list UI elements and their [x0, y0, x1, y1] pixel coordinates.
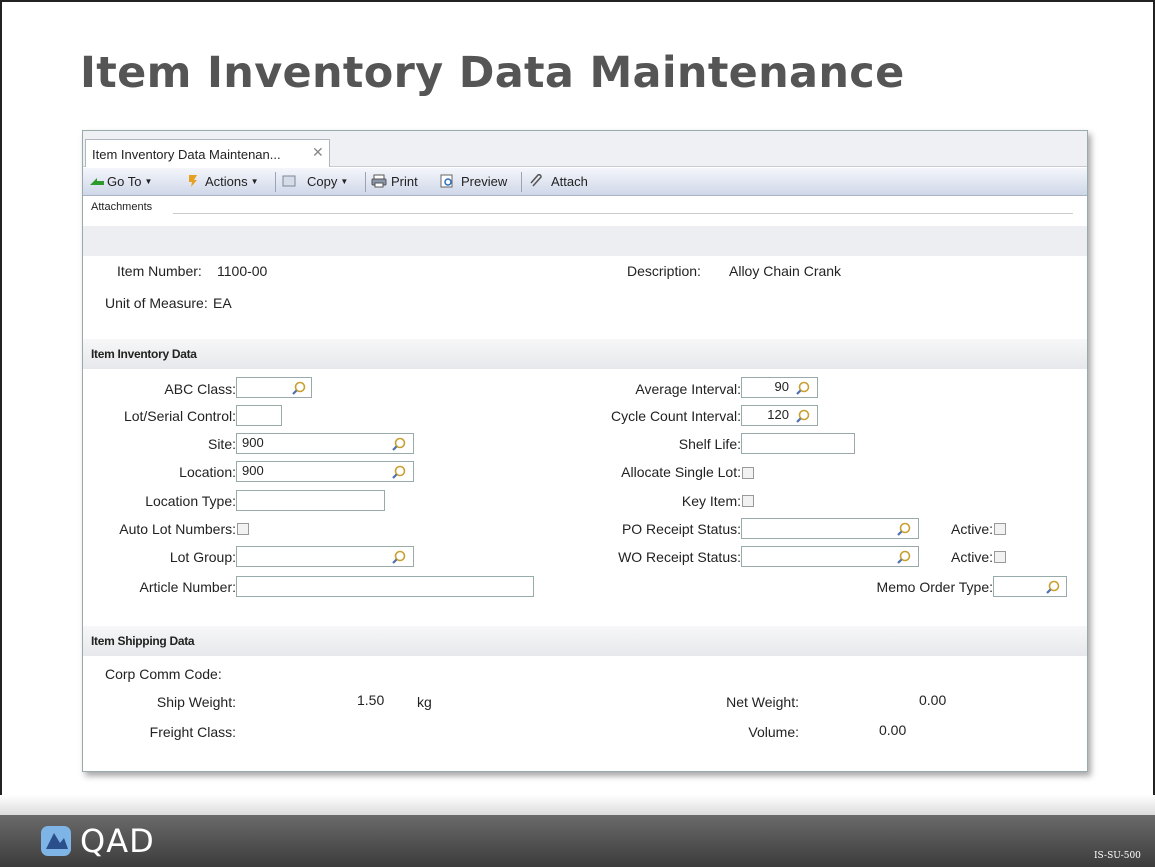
cycle-count-label: Cycle Count Interval: — [611, 408, 741, 424]
footer-gradient — [0, 795, 1155, 815]
preview-button[interactable]: Preview — [461, 174, 507, 189]
lookup-icon[interactable] — [795, 408, 811, 424]
lot-serial-input[interactable] — [236, 405, 282, 426]
ship-weight-value: 1.50 — [357, 692, 385, 708]
article-input[interactable] — [236, 576, 534, 597]
wo-active-label: Active: — [950, 549, 993, 565]
po-receipt-input[interactable] — [741, 518, 919, 539]
net-weight-value: 0.00 — [919, 692, 947, 708]
attachments-label: Attachments — [91, 201, 153, 213]
lookup-icon[interactable] — [896, 521, 912, 537]
po-active-checkbox[interactable] — [994, 523, 1006, 535]
go-to-menu[interactable]: Go To ▼ — [107, 174, 152, 189]
attachments-bar[interactable]: Attachments — [83, 201, 1087, 219]
abc-class-label: ABC Class: — [164, 381, 236, 397]
po-receipt-label: PO Receipt Status: — [621, 521, 741, 537]
key-item-label: Key Item: — [681, 493, 741, 509]
auto-lot-label: Auto Lot Numbers: — [119, 521, 236, 537]
lot-group-input[interactable] — [236, 546, 414, 567]
lookup-icon[interactable] — [795, 380, 811, 396]
tab-label: Item Inventory Data Maintenan... — [92, 147, 281, 162]
actions-icon — [189, 175, 197, 187]
location-type-input[interactable] — [236, 490, 385, 511]
wo-receipt-label: WO Receipt Status: — [618, 549, 741, 565]
app-window: Item Inventory Data Maintenan... ✕ Go To… — [82, 130, 1088, 772]
lot-serial-label: Lot/Serial Control: — [123, 408, 236, 424]
attach-button[interactable]: Attach — [551, 174, 588, 189]
ship-weight-unit: kg — [417, 694, 432, 710]
lookup-icon[interactable] — [1045, 579, 1061, 595]
print-button[interactable]: Print — [391, 174, 418, 189]
tab-item-inventory[interactable]: Item Inventory Data Maintenan... ✕ — [85, 139, 330, 167]
avg-interval-label: Average Interval: — [635, 381, 741, 397]
description-value: Alloy Chain Crank — [729, 263, 842, 279]
uom-label: Unit of Measure: — [105, 295, 208, 311]
toolbar: Go To ▼ Actions ▼ Copy ▼ Print Preview Atta… — [83, 168, 1087, 196]
preview-icon — [440, 174, 453, 188]
print-icon — [371, 174, 387, 188]
net-weight-label: Net Weight: — [726, 694, 799, 710]
lookup-icon[interactable] — [291, 380, 307, 396]
location-type-label: Location Type: — [145, 493, 236, 509]
qad-logo-icon — [41, 826, 71, 856]
location-label: Location: — [179, 464, 236, 480]
lookup-icon[interactable] — [391, 464, 407, 480]
alloc-single-label: Allocate Single Lot: — [621, 464, 741, 480]
wo-receipt-input[interactable] — [741, 546, 919, 567]
copy-icon — [282, 175, 296, 187]
wo-active-checkbox[interactable] — [994, 551, 1006, 563]
item-number-label: Item Number: — [117, 263, 202, 279]
alloc-single-checkbox[interactable] — [742, 467, 754, 479]
uom-value: EA — [213, 295, 232, 311]
item-number-value: 1100-00 — [217, 263, 268, 279]
tab-strip: Item Inventory Data Maintenan... ✕ — [83, 131, 1087, 167]
site-label: Site: — [207, 436, 236, 452]
volume-value: 0.00 — [879, 722, 907, 738]
slide-title: Item Inventory Data Maintenance — [80, 48, 905, 98]
lookup-icon[interactable] — [896, 549, 912, 565]
corp-comm-label: Corp Comm Code: — [105, 666, 222, 682]
qad-logo-text: QAD — [80, 822, 155, 860]
shipping-section-title: Item Shipping Data — [83, 626, 1087, 656]
paperclip-icon — [530, 174, 542, 187]
freight-class-label: Freight Class: — [149, 724, 236, 740]
location-input[interactable]: 900 — [236, 461, 414, 482]
copy-menu[interactable]: Copy ▼ — [307, 174, 348, 189]
po-active-label: Active: — [950, 521, 993, 537]
shelf-life-input[interactable] — [741, 433, 855, 454]
go-to-icon — [90, 178, 104, 185]
article-label: Article Number: — [139, 579, 236, 595]
inventory-section-title: Item Inventory Data — [83, 339, 1087, 369]
volume-label: Volume: — [748, 724, 799, 740]
description-label: Description: — [627, 263, 701, 279]
slide-code: IS-SU-500 — [1094, 851, 1141, 861]
lot-group-label: Lot Group: — [169, 549, 236, 565]
header-band — [83, 226, 1087, 256]
actions-menu[interactable]: Actions ▼ — [205, 174, 259, 189]
memo-order-label: Memo Order Type: — [876, 579, 993, 595]
key-item-checkbox[interactable] — [742, 495, 754, 507]
lookup-icon[interactable] — [391, 549, 407, 565]
shelf-life-label: Shelf Life: — [678, 436, 741, 452]
auto-lot-checkbox[interactable] — [237, 523, 249, 535]
site-input[interactable]: 900 — [236, 433, 414, 454]
close-icon[interactable]: ✕ — [312, 144, 324, 161]
footer-bar — [0, 815, 1155, 867]
ship-weight-label: Ship Weight: — [156, 694, 236, 710]
lookup-icon[interactable] — [391, 436, 407, 452]
